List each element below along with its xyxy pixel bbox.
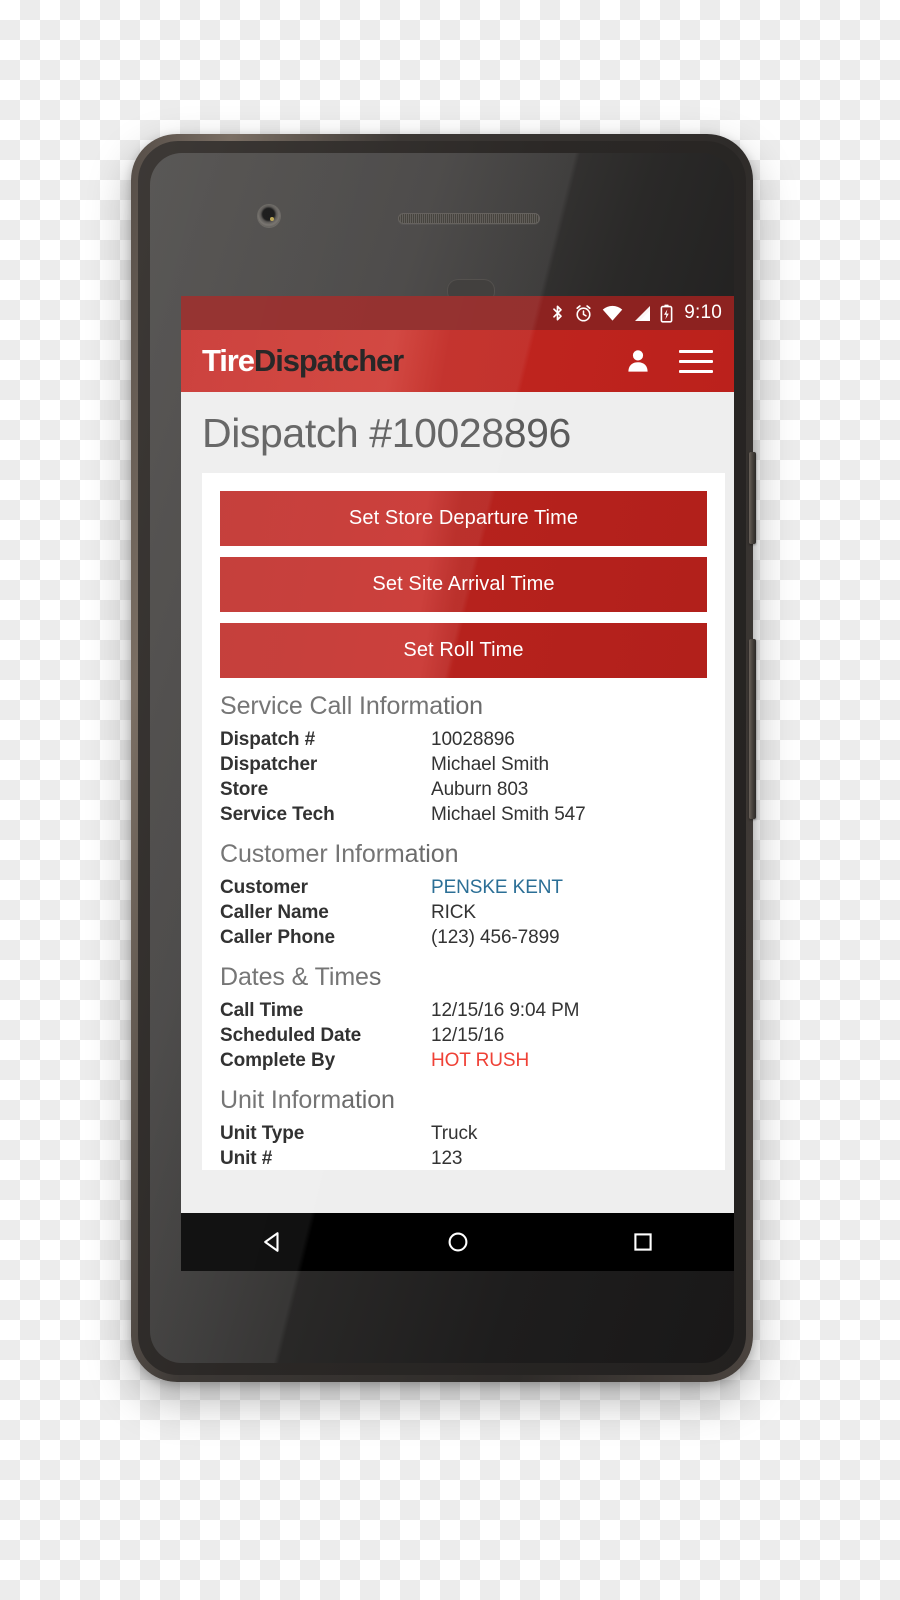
brand-dispatcher: Dispatcher bbox=[253, 343, 404, 378]
detail-row: Complete By HOT RUSH bbox=[220, 1050, 707, 1072]
row-label: Call Time bbox=[220, 1000, 304, 1021]
page-body: Dispatch #10028896 Set Store Departure T… bbox=[181, 392, 734, 1213]
row-label: Complete By bbox=[220, 1050, 336, 1071]
row-label: Scheduled Date bbox=[220, 1025, 362, 1046]
android-nav-bar bbox=[181, 1213, 734, 1271]
row-value: 10028896 bbox=[431, 729, 515, 750]
row-value: Truck bbox=[431, 1123, 478, 1144]
bluetooth-icon bbox=[553, 305, 563, 320]
detail-row: Store Auburn 803 bbox=[220, 779, 707, 801]
canvas: 9:10 TireDispatcher Dispatch #10028896 S… bbox=[0, 0, 900, 1600]
section-heading-customer: Customer Information bbox=[220, 840, 459, 868]
row-value: (123) 456-7899 bbox=[431, 927, 560, 948]
hamburger-menu-icon bbox=[679, 349, 713, 373]
detail-row: Dispatcher Michael Smith bbox=[220, 754, 707, 776]
detail-row: Caller Phone (123) 456-7899 bbox=[220, 927, 707, 949]
front-camera-icon bbox=[258, 205, 280, 227]
app-bar: TireDispatcher bbox=[181, 330, 734, 392]
detail-row: Call Time 12/15/16 9:04 PM bbox=[220, 1000, 707, 1022]
section-heading-unit: Unit Information bbox=[220, 1086, 395, 1114]
page-title: Dispatch #10028896 bbox=[202, 410, 571, 456]
detail-row: Unit # 123 bbox=[220, 1148, 707, 1170]
brand-tire: Tire bbox=[202, 343, 255, 378]
row-value: Michael Smith bbox=[431, 754, 550, 775]
row-label: Caller Name bbox=[220, 902, 329, 923]
status-bar-clock: 9:10 bbox=[684, 302, 722, 323]
volume-rocker[interactable] bbox=[749, 639, 756, 819]
detail-row: Service Tech Michael Smith 547 bbox=[220, 804, 707, 826]
power-button[interactable] bbox=[749, 452, 756, 544]
row-label: Unit # bbox=[220, 1148, 273, 1169]
recents-button[interactable] bbox=[608, 1213, 678, 1271]
row-value: Auburn 803 bbox=[431, 779, 529, 800]
battery-charging-icon bbox=[660, 304, 673, 323]
earpiece-speaker bbox=[398, 213, 540, 224]
row-label: Service Tech bbox=[220, 804, 335, 825]
detail-row: Scheduled Date 12/15/16 bbox=[220, 1025, 707, 1047]
row-label: Store bbox=[220, 779, 269, 800]
priority-badge: HOT RUSH bbox=[431, 1050, 530, 1071]
home-button[interactable] bbox=[423, 1213, 493, 1271]
row-value: RICK bbox=[431, 902, 476, 923]
home-icon bbox=[448, 1232, 468, 1252]
back-button[interactable] bbox=[238, 1213, 308, 1271]
phone-device: 9:10 TireDispatcher Dispatch #10028896 S… bbox=[131, 134, 756, 1382]
alarm-icon bbox=[576, 304, 591, 322]
set-store-departure-time-button[interactable]: Set Store Departure Time bbox=[220, 491, 707, 546]
status-bar: 9:10 bbox=[181, 296, 734, 330]
row-value: 12/15/16 9:04 PM bbox=[431, 1000, 580, 1021]
phone-screen: 9:10 TireDispatcher Dispatch #10028896 S… bbox=[181, 296, 734, 1271]
row-label: Customer bbox=[220, 877, 308, 898]
menu-button[interactable] bbox=[679, 349, 713, 373]
section-heading-dates-times: Dates & Times bbox=[220, 963, 382, 991]
wifi-icon bbox=[602, 305, 623, 321]
account-icon bbox=[628, 350, 648, 372]
app-logo: TireDispatcher bbox=[202, 343, 404, 379]
phone-bezel: 9:10 TireDispatcher Dispatch #10028896 S… bbox=[138, 141, 746, 1375]
customer-link[interactable]: PENSKE KENT bbox=[431, 877, 563, 899]
phone-glass: 9:10 TireDispatcher Dispatch #10028896 S… bbox=[150, 153, 734, 1363]
section-heading-service-call: Service Call Information bbox=[220, 692, 483, 720]
detail-row: Dispatch # 10028896 bbox=[220, 729, 707, 751]
account-button[interactable] bbox=[626, 348, 650, 374]
app-bar-actions bbox=[626, 348, 713, 374]
row-label: Unit Type bbox=[220, 1123, 305, 1144]
set-roll-time-button[interactable]: Set Roll Time bbox=[220, 623, 707, 678]
detail-row: Customer PENSKE KENT bbox=[220, 877, 707, 899]
detail-row: Caller Name RICK bbox=[220, 902, 707, 924]
row-value: 12/15/16 bbox=[431, 1025, 505, 1046]
row-label: Dispatch # bbox=[220, 729, 316, 750]
row-value: Michael Smith 547 bbox=[431, 804, 586, 825]
recents-icon bbox=[633, 1233, 652, 1251]
cellular-signal-icon bbox=[635, 305, 651, 321]
back-icon bbox=[264, 1232, 279, 1252]
row-value: 123 bbox=[431, 1148, 463, 1169]
detail-card: Set Store Departure Time Set Site Arriva… bbox=[202, 473, 725, 1170]
detail-row: Unit Type Truck bbox=[220, 1123, 707, 1145]
row-label: Dispatcher bbox=[220, 754, 318, 775]
set-site-arrival-time-button[interactable]: Set Site Arrival Time bbox=[220, 557, 707, 612]
row-label: Caller Phone bbox=[220, 927, 335, 948]
